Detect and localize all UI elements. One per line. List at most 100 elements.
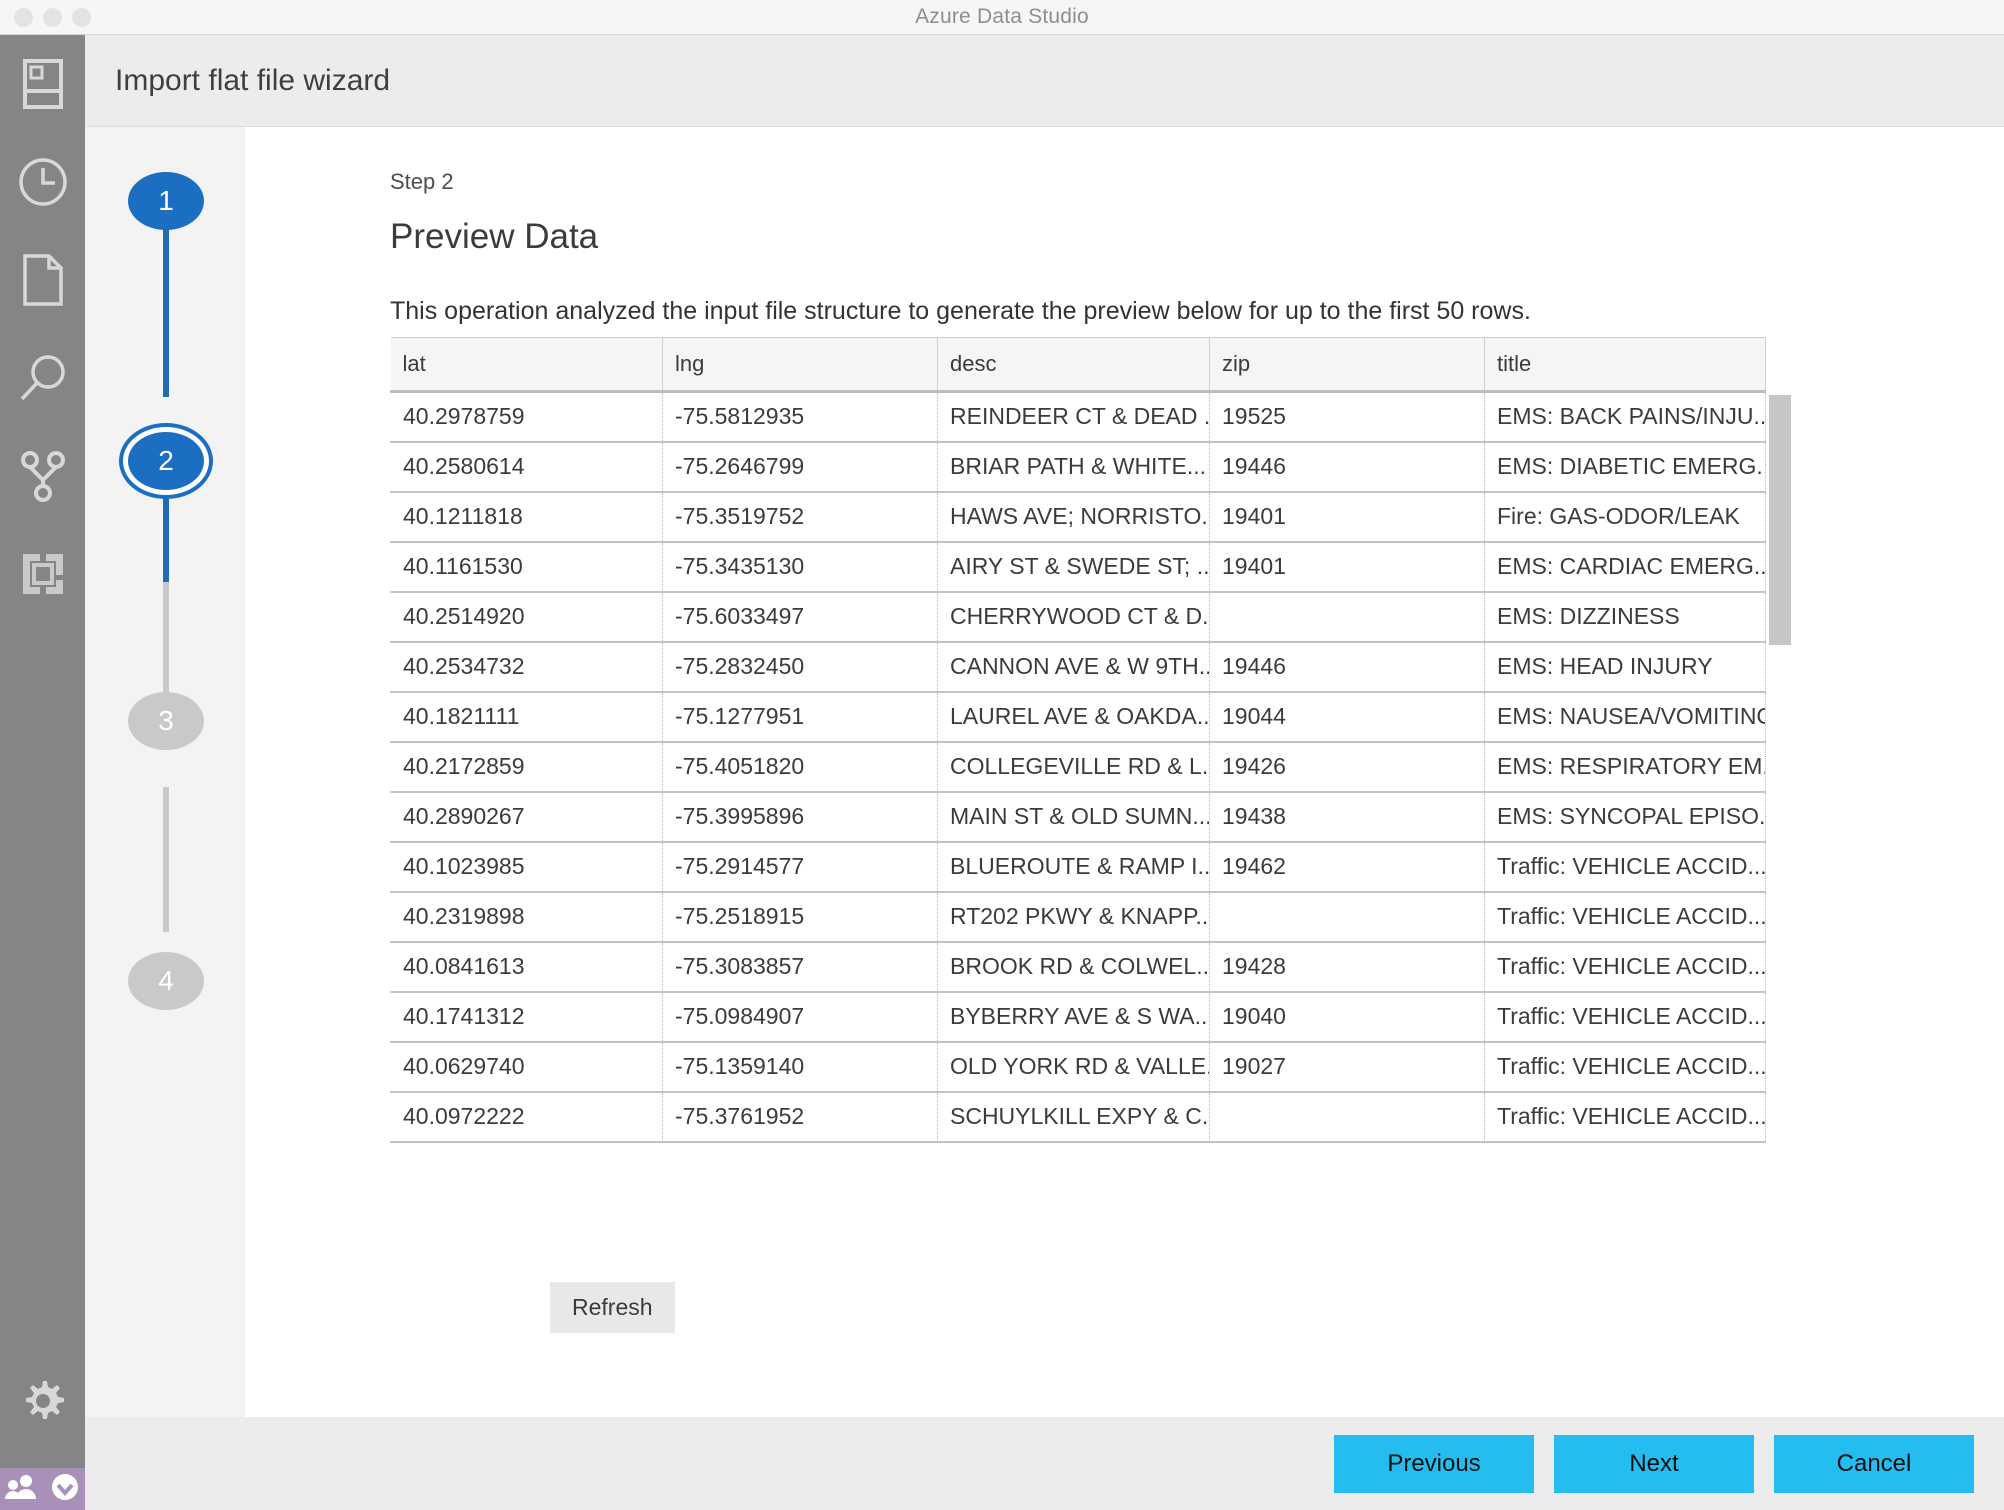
table-cell-desc[interactable]: SCHUYLKILL EXPY & C... — [937, 1091, 1210, 1143]
table-vertical-scrollbar[interactable] — [1769, 395, 1791, 645]
table-cell-desc[interactable]: REINDEER CT & DEAD ... — [937, 391, 1210, 443]
table-row[interactable]: 40.2890267 -75.3995896 MAIN ST & OLD SUMN.… — [390, 791, 1766, 843]
minimize-button[interactable] — [43, 8, 62, 27]
sync-check-icon[interactable] — [50, 1472, 80, 1507]
table-cell-lat[interactable]: 40.1211818 — [390, 491, 663, 543]
sidebar-item-source-control[interactable] — [0, 427, 85, 525]
table-cell-lat[interactable]: 40.1023985 — [390, 841, 663, 893]
table-cell-zip[interactable]: 19446 — [1209, 641, 1485, 693]
table-cell-zip[interactable]: 19040 — [1209, 991, 1485, 1043]
table-cell-zip[interactable] — [1209, 891, 1485, 943]
table-cell-title[interactable]: Traffic: VEHICLE ACCID... — [1484, 1091, 1766, 1143]
table-cell-desc[interactable]: CANNON AVE & W 9TH... — [937, 641, 1210, 693]
step-indicator-3[interactable]: 3 — [128, 692, 204, 750]
table-cell-lat[interactable]: 40.2514920 — [390, 591, 663, 643]
table-cell-lng[interactable]: -75.3995896 — [662, 791, 938, 843]
next-button[interactable]: Next — [1554, 1434, 1754, 1493]
table-cell-zip[interactable]: 19428 — [1209, 941, 1485, 993]
table-row[interactable]: 40.1211818 -75.3519752 HAWS AVE; NORRISTO.… — [390, 491, 1766, 543]
table-cell-lng[interactable]: -75.3519752 — [662, 491, 938, 543]
table-cell-lng[interactable]: -75.2518915 — [662, 891, 938, 943]
table-cell-title[interactable]: EMS: RESPIRATORY EM... — [1484, 741, 1766, 793]
accounts-icon[interactable] — [5, 1472, 39, 1507]
table-cell-lat[interactable]: 40.0841613 — [390, 941, 663, 993]
table-cell-title[interactable]: Fire: GAS-ODOR/LEAK — [1484, 491, 1766, 543]
table-row[interactable]: 40.2514920 -75.6033497 CHERRYWOOD CT & D..… — [390, 591, 1766, 643]
window-controls[interactable] — [14, 8, 91, 27]
sidebar-item-extensions[interactable] — [0, 525, 85, 623]
table-row[interactable]: 40.2319898 -75.2518915 RT202 PKWY & KNAPP.… — [390, 891, 1766, 943]
table-cell-desc[interactable]: BYBERRY AVE & S WA... — [937, 991, 1210, 1043]
table-cell-lng[interactable]: -75.1359140 — [662, 1041, 938, 1093]
table-row[interactable]: 40.2172859 -75.4051820 COLLEGEVILLE RD & L… — [390, 741, 1766, 793]
close-button[interactable] — [14, 8, 33, 27]
table-cell-lng[interactable]: -75.2914577 — [662, 841, 938, 893]
table-row[interactable]: 40.1821111 -75.1277951 LAUREL AVE & OAKDA.… — [390, 691, 1766, 743]
table-cell-desc[interactable]: RT202 PKWY & KNAPP... — [937, 891, 1210, 943]
table-cell-lng[interactable]: -75.6033497 — [662, 591, 938, 643]
table-cell-title[interactable]: EMS: HEAD INJURY — [1484, 641, 1766, 693]
table-cell-zip[interactable] — [1209, 1091, 1485, 1143]
table-cell-desc[interactable]: CHERRYWOOD CT & D... — [937, 591, 1210, 643]
table-cell-desc[interactable]: BLUEROUTE & RAMP I... — [937, 841, 1210, 893]
column-header-title[interactable]: title — [1484, 337, 1766, 393]
table-cell-title[interactable]: EMS: DIZZINESS — [1484, 591, 1766, 643]
table-cell-title[interactable]: Traffic: VEHICLE ACCID... — [1484, 841, 1766, 893]
table-cell-lng[interactable]: -75.4051820 — [662, 741, 938, 793]
sidebar-item-explorer[interactable] — [0, 231, 85, 329]
table-cell-lat[interactable]: 40.0629740 — [390, 1041, 663, 1093]
table-cell-lng[interactable]: -75.0984907 — [662, 991, 938, 1043]
table-cell-title[interactable]: Traffic: VEHICLE ACCID... — [1484, 891, 1766, 943]
table-cell-desc[interactable]: OLD YORK RD & VALLE... — [937, 1041, 1210, 1093]
table-row[interactable]: 40.1741312 -75.0984907 BYBERRY AVE & S WA.… — [390, 991, 1766, 1043]
table-cell-zip[interactable]: 19438 — [1209, 791, 1485, 843]
table-cell-zip[interactable]: 19401 — [1209, 491, 1485, 543]
cancel-button[interactable]: Cancel — [1774, 1434, 1974, 1493]
table-cell-lng[interactable]: -75.2832450 — [662, 641, 938, 693]
table-row[interactable]: 40.1023985 -75.2914577 BLUEROUTE & RAMP I.… — [390, 841, 1766, 893]
table-row[interactable]: 40.0629740 -75.1359140 OLD YORK RD & VALLE… — [390, 1041, 1766, 1093]
column-header-desc[interactable]: desc — [937, 337, 1210, 393]
step-indicator-1[interactable]: 1 — [128, 172, 204, 230]
table-cell-lat[interactable]: 40.0972222 — [390, 1091, 663, 1143]
table-cell-zip[interactable] — [1209, 591, 1485, 643]
table-cell-lat[interactable]: 40.2172859 — [390, 741, 663, 793]
table-cell-lat[interactable]: 40.1821111 — [390, 691, 663, 743]
table-cell-lng[interactable]: -75.3083857 — [662, 941, 938, 993]
table-cell-title[interactable]: Traffic: VEHICLE ACCID... — [1484, 991, 1766, 1043]
refresh-button[interactable]: Refresh — [550, 1282, 675, 1333]
table-row[interactable]: 40.2978759 -75.5812935 REINDEER CT & DEAD … — [390, 391, 1766, 443]
table-cell-lat[interactable]: 40.2319898 — [390, 891, 663, 943]
table-cell-zip[interactable]: 19446 — [1209, 441, 1485, 493]
table-cell-title[interactable]: Traffic: VEHICLE ACCID... — [1484, 941, 1766, 993]
table-cell-desc[interactable]: LAUREL AVE & OAKDA... — [937, 691, 1210, 743]
table-cell-title[interactable]: EMS: BACK PAINS/INJU... — [1484, 391, 1766, 443]
table-row[interactable]: 40.0841613 -75.3083857 BROOK RD & COLWEL..… — [390, 941, 1766, 993]
table-cell-title[interactable]: EMS: CARDIAC EMERG... — [1484, 541, 1766, 593]
table-cell-zip[interactable]: 19044 — [1209, 691, 1485, 743]
column-header-lat[interactable]: lat — [390, 337, 663, 393]
table-row[interactable]: 40.1161530 -75.3435130 AIRY ST & SWEDE ST;… — [390, 541, 1766, 593]
table-cell-zip[interactable]: 19462 — [1209, 841, 1485, 893]
table-cell-desc[interactable]: BROOK RD & COLWEL... — [937, 941, 1210, 993]
table-cell-zip[interactable]: 19525 — [1209, 391, 1485, 443]
sidebar-item-history[interactable] — [0, 133, 85, 231]
table-cell-lng[interactable]: -75.3761952 — [662, 1091, 938, 1143]
table-cell-desc[interactable]: MAIN ST & OLD SUMN... — [937, 791, 1210, 843]
zoom-button[interactable] — [72, 8, 91, 27]
table-cell-title[interactable]: Traffic: VEHICLE ACCID... — [1484, 1041, 1766, 1093]
table-cell-desc[interactable]: AIRY ST & SWEDE ST; ... — [937, 541, 1210, 593]
table-cell-desc[interactable]: BRIAR PATH & WHITE... — [937, 441, 1210, 493]
table-cell-title[interactable]: EMS: SYNCOPAL EPISO... — [1484, 791, 1766, 843]
table-cell-lng[interactable]: -75.5812935 — [662, 391, 938, 443]
table-cell-lng[interactable]: -75.1277951 — [662, 691, 938, 743]
sidebar-item-manage[interactable] — [0, 1352, 85, 1450]
previous-button[interactable]: Previous — [1334, 1434, 1534, 1493]
step-indicator-2[interactable]: 2 — [128, 432, 204, 490]
table-cell-lng[interactable]: -75.3435130 — [662, 541, 938, 593]
table-cell-zip[interactable]: 19027 — [1209, 1041, 1485, 1093]
sidebar-item-servers[interactable] — [0, 35, 85, 133]
table-cell-lat[interactable]: 40.2978759 — [390, 391, 663, 443]
table-cell-lat[interactable]: 40.2890267 — [390, 791, 663, 843]
table-cell-desc[interactable]: HAWS AVE; NORRISTO... — [937, 491, 1210, 543]
